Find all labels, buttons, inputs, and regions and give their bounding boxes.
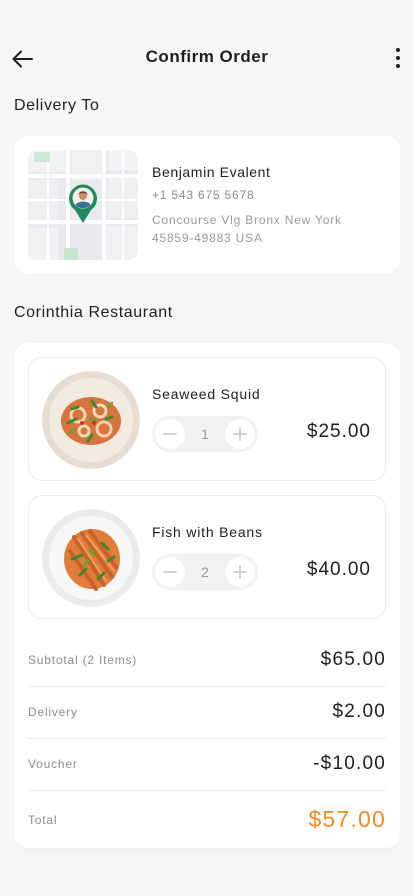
location-map	[28, 150, 138, 260]
delivery-fee-value: $2.00	[332, 701, 386, 722]
restaurant-section-title: Corinthia Restaurant	[14, 304, 173, 321]
voucher-value: -$10.00	[313, 753, 386, 774]
dish-image-fish-with-beans	[42, 509, 140, 607]
total-value: $57.00	[308, 806, 386, 832]
subtotal-label: Subtotal (2 Items)	[28, 653, 138, 667]
minus-icon	[163, 571, 177, 573]
total-label: Total	[28, 813, 58, 827]
quantity-value: 1	[201, 426, 209, 442]
delivery-fee-row: Delivery $2.00	[28, 687, 386, 739]
quantity-stepper: 2	[152, 554, 258, 590]
increase-quantity-button[interactable]	[225, 557, 255, 587]
dish-image-seaweed-squid	[42, 371, 140, 469]
recipient-name: Benjamin Evalent	[152, 164, 271, 180]
more-vertical-icon	[396, 48, 400, 52]
voucher-label: Voucher	[28, 757, 78, 771]
subtotal-value: $65.00	[320, 649, 386, 670]
item-price: $25.00	[306, 421, 371, 442]
recipient-address: Concourse Vlg Bronx New York 45859-49883…	[152, 213, 342, 245]
order-item: Fish with Beans 2 $40.00	[28, 495, 386, 619]
order-card: Seaweed Squid 1 $25.00 Fish with Beans 2…	[14, 343, 400, 848]
decrease-quantity-button[interactable]	[155, 557, 185, 587]
recipient-phone: +1 543 675 5678	[152, 188, 255, 202]
order-item: Seaweed Squid 1 $25.00	[28, 357, 386, 481]
delivery-card[interactable]: Benjamin Evalent +1 543 675 5678 Concour…	[14, 136, 400, 274]
plus-icon	[233, 565, 247, 579]
plus-icon	[233, 427, 247, 441]
increase-quantity-button[interactable]	[225, 419, 255, 449]
app-header: Confirm Order	[0, 0, 414, 90]
item-price: $40.00	[306, 559, 371, 580]
minus-icon	[163, 433, 177, 435]
subtotal-row: Subtotal (2 Items) $65.00	[28, 635, 386, 687]
map-pin-icon	[69, 184, 97, 223]
decrease-quantity-button[interactable]	[155, 419, 185, 449]
voucher-row: Voucher -$10.00	[28, 739, 386, 791]
item-name: Fish with Beans	[152, 524, 263, 540]
more-options-button[interactable]	[390, 45, 406, 71]
delivery-fee-label: Delivery	[28, 705, 78, 719]
page-title: Confirm Order	[145, 47, 269, 66]
total-row: Total $57.00	[28, 791, 386, 843]
quantity-stepper: 1	[152, 416, 258, 452]
item-name: Seaweed Squid	[152, 386, 261, 402]
quantity-value: 2	[201, 564, 209, 580]
delivery-section-title: Delivery To	[14, 97, 100, 114]
